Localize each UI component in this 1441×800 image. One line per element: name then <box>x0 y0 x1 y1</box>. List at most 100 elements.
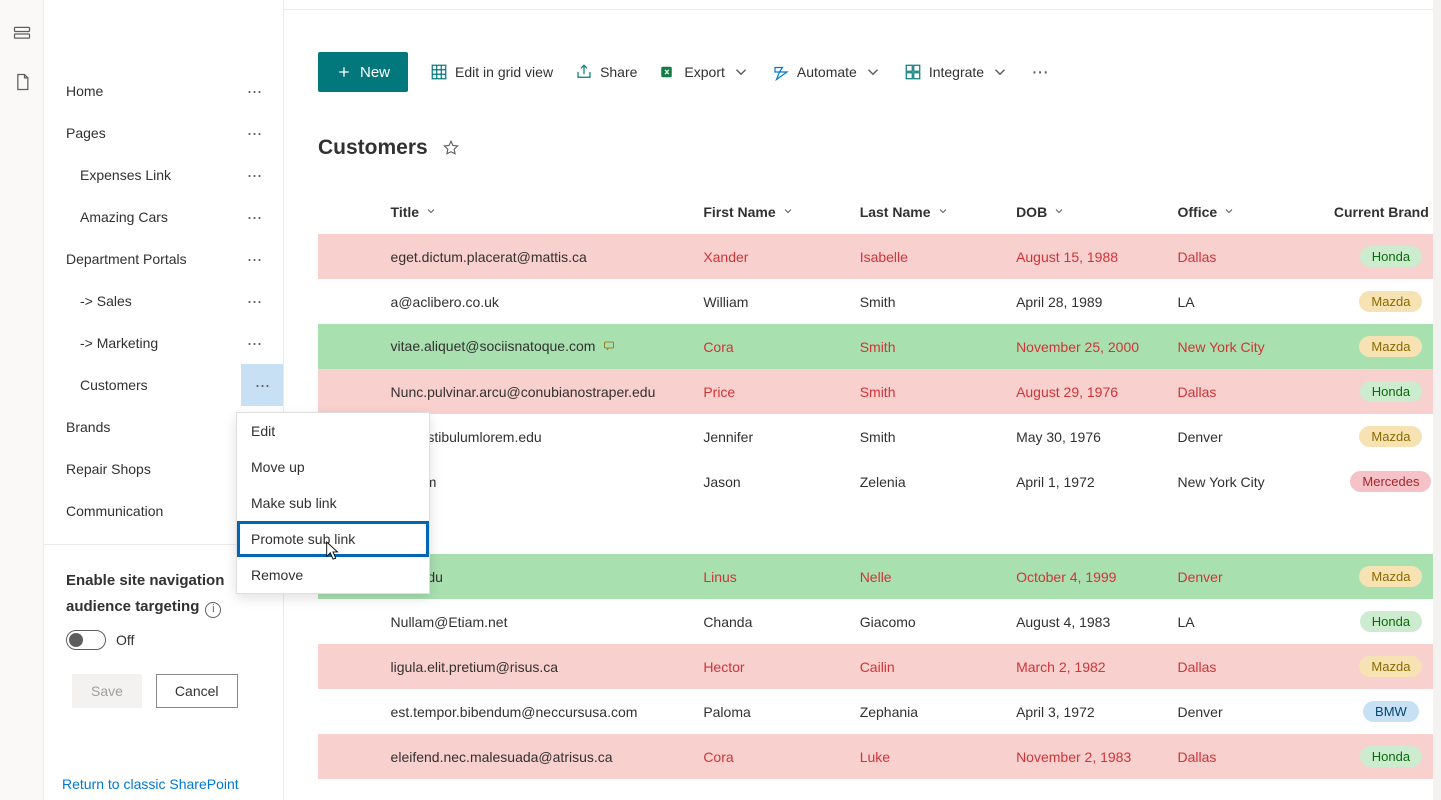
favorite-star-icon[interactable] <box>442 139 460 157</box>
sidebar-item-pages[interactable]: Pages ··· <box>44 112 283 154</box>
cancel-button[interactable]: Cancel <box>156 674 238 708</box>
automate-button[interactable]: Automate <box>772 63 882 81</box>
file-icon[interactable] <box>12 72 32 92</box>
cell-first-name: Chanda <box>693 599 849 644</box>
cell-office: Denver <box>1167 554 1323 599</box>
edit-in-grid-button[interactable]: Edit in grid view <box>430 63 553 81</box>
mouse-cursor <box>324 540 342 562</box>
cell-last-name: Nelle <box>850 554 1006 599</box>
card-icon[interactable] <box>12 24 32 44</box>
table-row[interactable]: vitae.aliquet@sociisnatoque.comCoraSmith… <box>318 324 1441 369</box>
sidebar-item-amazing-cars[interactable]: Amazing Cars··· <box>44 196 283 238</box>
sidebar-item-label: Brands <box>66 419 110 435</box>
cell-dob: November 2, 1983 <box>1006 734 1167 779</box>
return-to-classic-link[interactable]: Return to classic SharePoint <box>62 776 239 792</box>
brand-pill: Mazda <box>1359 336 1422 357</box>
sidebar-item-label: Customers <box>80 377 148 393</box>
table-row[interactable]: Nullam@Etiam.netChandaGiacomoAugust 4, 1… <box>318 599 1441 644</box>
sidebar-item-more-icon[interactable]: ··· <box>241 81 267 102</box>
cell-office: Denver <box>1167 414 1323 459</box>
sidebar-item-department-portals[interactable]: Department Portals ··· <box>44 238 283 280</box>
table-row[interactable]: eget.dictum.placerat@mattis.caXanderIsab… <box>318 234 1441 279</box>
context-menu-edit[interactable]: Edit <box>237 413 429 449</box>
cell-title: eget.dictum.placerat@mattis.ca <box>391 249 587 265</box>
toggle-state-label: Off <box>116 632 134 648</box>
cell-title: vitae.aliquet@sociisnatoque.com <box>391 338 596 354</box>
cell-dob: August 29, 1976 <box>1006 369 1167 414</box>
audience-targeting-label: Enable site navigation audience targetin… <box>66 571 261 618</box>
sidebar-item--marketing[interactable]: -> Marketing ··· <box>44 322 283 364</box>
sidebar-item-more-icon[interactable]: ··· <box>241 249 267 270</box>
customers-table: TitleFirst NameLast NameDOBOfficeCurrent… <box>318 192 1441 800</box>
sidebar-item-more-icon[interactable]: ··· <box>241 333 267 354</box>
sidebar-item-more-icon[interactable]: ··· <box>241 123 267 144</box>
chevron-down-icon <box>732 63 750 81</box>
context-menu-move-up[interactable]: Move up <box>237 449 429 485</box>
table-row[interactable]: @in.eduLinusNelleOctober 4, 1999DenverMa… <box>318 554 1441 599</box>
share-button[interactable]: Share <box>575 63 637 81</box>
sidebar-item-label: Repair Shops <box>66 461 151 477</box>
info-icon[interactable]: i <box>205 602 221 618</box>
table-row[interactable]: eleifend.nec.malesuada@atrisus.caCoraLuk… <box>318 734 1441 779</box>
cell-last-name: Smith <box>850 279 1006 324</box>
cell-dob: April 28, 1989 <box>1006 279 1167 324</box>
cell-first-name: Paloma <box>693 689 849 734</box>
table-row[interactable]: est.tempor.bibendum@neccursusa.com Paloma… <box>318 689 1441 734</box>
cell-dob: April 3, 1972 <box>1006 689 1167 734</box>
brand-pill: Mazda <box>1359 426 1422 447</box>
column-header-dob[interactable]: DOB <box>1006 192 1167 234</box>
sidebar-item-label: Pages <box>66 125 106 141</box>
sidebar-item-more-icon[interactable]: ··· <box>241 291 267 312</box>
cell-dob: November 25, 2000 <box>1006 324 1167 369</box>
sidebar-item-customers[interactable]: Customers ··· <box>44 364 283 406</box>
context-menu-make-sub-link[interactable]: Make sub link <box>237 485 429 521</box>
brand-pill: Mazda <box>1359 656 1422 677</box>
table-row[interactable]: a@aclibero.co.uk WilliamSmithApril 28, 19… <box>318 279 1441 324</box>
table-row[interactable]: e@vestibulumlorem.eduJenniferSmithMay 30… <box>318 414 1441 459</box>
table-row[interactable]: Nunc.pulvinar.arcu@conubianostraper.eduP… <box>318 369 1441 414</box>
sidebar-item-more-icon[interactable]: ··· <box>241 165 267 186</box>
top-border <box>284 0 1441 10</box>
cell-last-name: Zelenia <box>850 459 1006 504</box>
table-row[interactable]: on.comJasonZeleniaApril 1, 1972New York … <box>318 459 1441 504</box>
column-header-last-name[interactable]: Last Name <box>850 192 1006 234</box>
integrate-button[interactable]: Integrate <box>904 63 1009 81</box>
cell-last-name: Luke <box>850 734 1006 779</box>
context-menu-remove[interactable]: Remove <box>237 557 429 593</box>
column-header-office[interactable]: Office <box>1167 192 1323 234</box>
table-row[interactable] <box>318 504 1441 554</box>
cell-first-name: Jason <box>693 459 849 504</box>
comment-icon[interactable] <box>603 339 615 355</box>
sidebar-item-home[interactable]: Home ··· <box>44 70 283 112</box>
page-title: Customers <box>318 136 428 160</box>
cell-title: est.tempor.bibendum@neccursusa.com <box>391 704 638 720</box>
cell-title: Nullam@Etiam.net <box>391 614 508 630</box>
cell-first-name: Price <box>693 369 849 414</box>
export-button[interactable]: Export <box>659 63 749 81</box>
brand-pill: Honda <box>1360 746 1422 767</box>
cell-first-name: William <box>693 279 849 324</box>
cell-dob: April 1, 1972 <box>1006 459 1167 504</box>
brand-pill: Honda <box>1360 611 1422 632</box>
cell-title: a@aclibero.co.uk <box>391 294 499 310</box>
new-button[interactable]: New <box>318 52 408 92</box>
column-header-current-brand[interactable]: Current Brand <box>1324 192 1441 234</box>
sidebar-item-expenses-link[interactable]: Expenses Link··· <box>44 154 283 196</box>
sidebar-item-more-icon[interactable]: ··· <box>241 364 283 406</box>
sidebar-item-label: -> Sales <box>80 293 132 309</box>
column-header-first-name[interactable]: First Name <box>693 192 849 234</box>
audience-targeting-toggle[interactable] <box>66 630 106 650</box>
sidebar-item-label: Communication <box>66 503 163 519</box>
sidebar-item-more-icon[interactable]: ··· <box>241 207 267 228</box>
save-button[interactable]: Save <box>72 674 142 708</box>
column-header-title[interactable]: Title <box>381 192 694 234</box>
table-row[interactable]: ligula.elit.pretium@risus.caHectorCailin… <box>318 644 1441 689</box>
brand-pill: Mercedes <box>1350 471 1431 492</box>
sidebar-item-label: -> Marketing <box>80 335 158 351</box>
sidebar-item-label: Home <box>66 83 103 99</box>
sidebar-item-label: Department Portals <box>66 251 187 267</box>
sidebar-item--sales[interactable]: -> Sales ··· <box>44 280 283 322</box>
brand-pill: Honda <box>1360 246 1422 267</box>
more-commands-button[interactable]: ··· <box>1031 61 1048 84</box>
chevron-down-icon <box>937 204 949 220</box>
